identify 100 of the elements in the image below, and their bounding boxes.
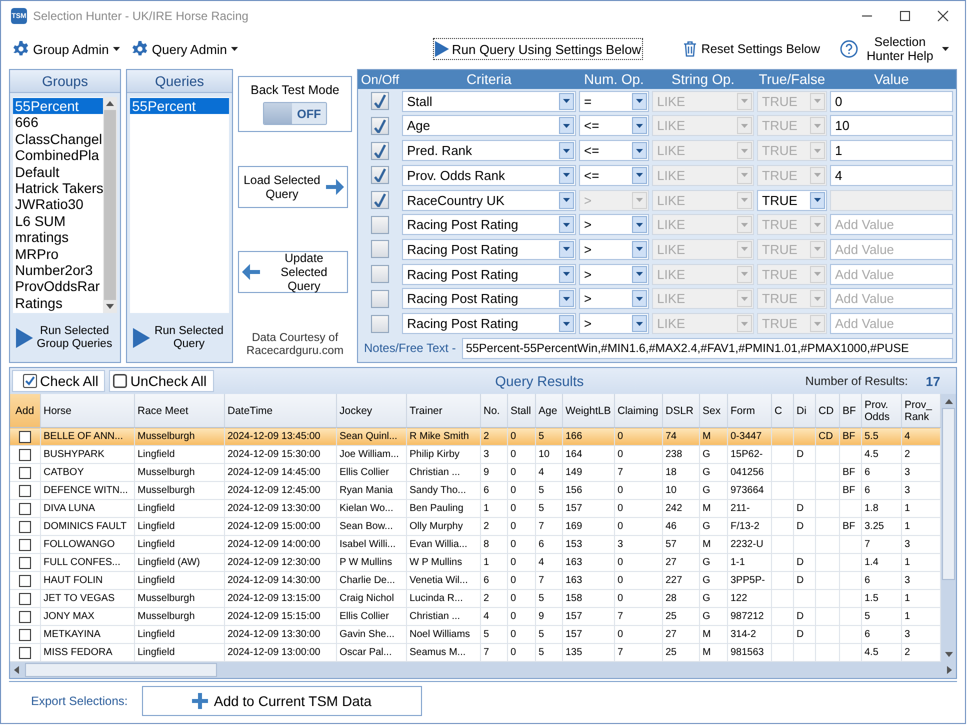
operator-dropdown[interactable]: > bbox=[579, 288, 649, 310]
list-item[interactable]: ClassChangel bbox=[13, 130, 103, 148]
criteria-dropdown[interactable]: RaceCountry UK bbox=[402, 190, 576, 211]
value-field[interactable]: Add Value bbox=[830, 214, 953, 236]
admin-menu[interactable]: Query Admin bbox=[130, 39, 240, 59]
table-row[interactable]: BUSHYPARK Lingfield 2024-12-09 15:30:00 Joe William... Philip Kirby 3 0 10 164 0 238 G 15P62- D 4.5 2 bbox=[10, 446, 940, 464]
value-field[interactable]: 1 bbox=[830, 140, 953, 162]
admin-menu[interactable]: Group Admin bbox=[11, 39, 122, 59]
operator-dropdown[interactable]: > bbox=[579, 214, 649, 236]
checkbox[interactable] bbox=[371, 116, 389, 135]
column-header[interactable]: Stall bbox=[507, 394, 535, 428]
column-header[interactable]: Horse bbox=[40, 394, 134, 428]
criteria-dropdown[interactable]: Racing Post Rating bbox=[402, 264, 576, 285]
run-selected-button[interactable]: Run Selected Query bbox=[127, 324, 232, 352]
table-row[interactable]: JET TO VEGAS Musselburgh 2024-12-09 13:15:00 Craig Nichol Lucinda R... 2 0 5 158 0 28 G 122 1.5 1 bbox=[10, 590, 940, 608]
list-item[interactable]: Number2or3 bbox=[13, 262, 103, 278]
column-header[interactable]: Prov. Odds bbox=[861, 394, 901, 428]
checkbox[interactable] bbox=[18, 556, 31, 568]
checkbox[interactable] bbox=[18, 592, 31, 604]
run-query-button[interactable]: Run Query Using Settings Below bbox=[432, 38, 644, 60]
close-icon[interactable] bbox=[937, 10, 949, 22]
table-row[interactable]: METKAYINA Lingfield 2024-12-09 13:30:00 Gavin She... Noel Williams 5 0 5 157 0 27 M 314-2 D 6 3 bbox=[10, 626, 940, 644]
operator-dropdown[interactable]: <= bbox=[579, 115, 649, 136]
column-header[interactable]: Di bbox=[793, 394, 815, 428]
table-row[interactable]: DEFENCE WITN... Musselburgh 2024-12-09 12:45:00 Ryan Mania Sandy Tho... 6 0 5 156 0 10 G 973664 BF 6 3 bbox=[10, 482, 940, 500]
update-query-button[interactable]: Update Selected Query bbox=[238, 251, 348, 293]
checkbox[interactable] bbox=[18, 520, 31, 532]
value-field[interactable]: 10 bbox=[830, 115, 953, 136]
checkbox[interactable] bbox=[371, 216, 389, 234]
operator-dropdown[interactable]: = bbox=[579, 90, 649, 112]
checkbox[interactable] bbox=[18, 448, 31, 460]
checkbox[interactable] bbox=[18, 574, 31, 586]
column-header[interactable]: DateTime bbox=[224, 394, 336, 428]
criteria-dropdown[interactable]: Racing Post Rating bbox=[402, 238, 576, 260]
run-selected-button[interactable]: Run Selected Group Queries bbox=[10, 324, 120, 352]
table-row[interactable]: FULL CONFES... Lingfield (AW) 2024-12-09 12:30:00 P W Mullins W P Mullins 1 0 4 163 0 27 G 1-1 D 1.4 1 bbox=[10, 554, 940, 572]
criteria-dropdown[interactable]: Age bbox=[402, 115, 576, 136]
checkbox[interactable] bbox=[371, 92, 389, 110]
column-header[interactable]: Claiming bbox=[614, 394, 662, 428]
checkbox[interactable] bbox=[371, 191, 389, 210]
operator-dropdown[interactable]: <= bbox=[579, 164, 649, 186]
value-field[interactable]: 4 bbox=[830, 164, 953, 186]
checkbox[interactable] bbox=[18, 484, 31, 496]
checkbox[interactable] bbox=[371, 240, 389, 258]
column-header[interactable]: Add bbox=[10, 394, 40, 428]
list-item[interactable]: L6 SUM bbox=[13, 212, 103, 230]
value-field[interactable]: Add Value bbox=[830, 313, 953, 334]
maximize-icon[interactable] bbox=[899, 10, 911, 22]
operator-dropdown[interactable]: > bbox=[579, 313, 649, 334]
checkbox[interactable] bbox=[18, 430, 31, 442]
list-item[interactable]: MRPro bbox=[13, 246, 103, 262]
checkbox[interactable] bbox=[371, 290, 389, 308]
checkbox[interactable] bbox=[18, 538, 31, 550]
list-item[interactable]: Hatrick Takers bbox=[13, 180, 103, 196]
table-row[interactable]: FOLLOWANGO Lingfield 2024-12-09 14:00:00 Isabel Willi... Evan Willia... 8 0 6 153 3 57 M 2232-U 7 3 bbox=[10, 536, 940, 554]
column-header[interactable]: Sex bbox=[699, 394, 727, 428]
table-row[interactable]: CATBOY Musselburgh 2024-12-09 14:45:00 Ellis Collier Christian ... 9 0 4 149 7 18 G 041256 BF 6 3 bbox=[10, 464, 940, 482]
scrollbar[interactable] bbox=[941, 394, 956, 662]
value-field[interactable]: Add Value bbox=[830, 288, 953, 310]
column-header[interactable]: CD bbox=[815, 394, 839, 428]
criteria-dropdown[interactable]: Racing Post Rating bbox=[402, 313, 576, 334]
table-row[interactable]: HAUT FOLIN Lingfield 2024-12-09 14:30:00 Charlie De... Venetia Wil... 6 0 7 163 0 227 G 3PP5P- D 6 3 bbox=[10, 572, 940, 590]
operator-dropdown[interactable]: > bbox=[579, 238, 649, 260]
checkbox[interactable] bbox=[18, 466, 31, 478]
help-button[interactable]: Selection Hunter Help bbox=[834, 34, 955, 64]
list-item[interactable]: CombinedPla bbox=[13, 147, 103, 164]
checkbox[interactable] bbox=[18, 610, 31, 622]
operator-dropdown[interactable]: > bbox=[579, 264, 649, 285]
reset-settings-button[interactable]: Reset Settings Below bbox=[677, 40, 826, 58]
checkbox[interactable] bbox=[18, 502, 31, 514]
list-item[interactable]: 666 bbox=[13, 114, 103, 131]
list-item[interactable]: Ratings bbox=[13, 294, 103, 312]
checkbox[interactable] bbox=[371, 142, 389, 160]
column-header[interactable]: Age bbox=[535, 394, 562, 428]
criteria-dropdown[interactable]: Pred. Rank bbox=[402, 140, 576, 162]
scrollbar[interactable] bbox=[10, 662, 956, 678]
table-row[interactable]: DOMINICS FAULT Lingfield 2024-12-09 15:00:00 Sean Bow... Olly Murphy 2 0 7 169 0 46 G F/13-2 D BF 3.25 1 bbox=[10, 518, 940, 536]
value-field[interactable]: 0 bbox=[830, 90, 953, 112]
table-row[interactable]: JONY MAX Musselburgh 2024-12-09 15:15:00 Ellis Collier Christian ... 4 0 9 157 7 25 G 987212 D 5 1 bbox=[10, 608, 940, 626]
list-item[interactable]: JWRatio30 bbox=[13, 196, 103, 213]
table-row[interactable]: BELLE OF ANN... Musselburgh 2024-12-09 13:45:00 Sean Quinl... R Mike Smith 2 0 5 166 0 74 M 0-3447 CD BF 5.5 4 bbox=[10, 428, 940, 446]
column-header[interactable]: Race Meet bbox=[134, 394, 224, 428]
column-header[interactable]: Trainer bbox=[406, 394, 480, 428]
back-test-toggle[interactable]: OFF bbox=[263, 102, 327, 125]
load-query-button[interactable]: Load Selected Query bbox=[238, 166, 348, 208]
list-item[interactable]: ProvOddsRar bbox=[13, 278, 103, 295]
check-all-button[interactable]: Check All bbox=[12, 370, 106, 392]
checkbox[interactable] bbox=[18, 646, 31, 658]
criteria-dropdown[interactable]: Racing Post Rating bbox=[402, 288, 576, 310]
value-field[interactable]: Add Value bbox=[830, 264, 953, 285]
true-false-dropdown[interactable]: TRUE bbox=[757, 190, 827, 211]
criteria-dropdown[interactable]: Stall bbox=[402, 90, 576, 112]
value-field[interactable]: Add Value bbox=[830, 238, 953, 260]
list-item[interactable]: mratings bbox=[13, 229, 103, 246]
checkbox[interactable] bbox=[371, 265, 389, 284]
column-header[interactable]: Form bbox=[727, 394, 771, 428]
column-header[interactable]: Prov_ Rank bbox=[901, 394, 940, 428]
column-header[interactable]: No. bbox=[480, 394, 507, 428]
column-header[interactable]: BF bbox=[839, 394, 861, 428]
operator-dropdown[interactable]: <= bbox=[579, 140, 649, 162]
